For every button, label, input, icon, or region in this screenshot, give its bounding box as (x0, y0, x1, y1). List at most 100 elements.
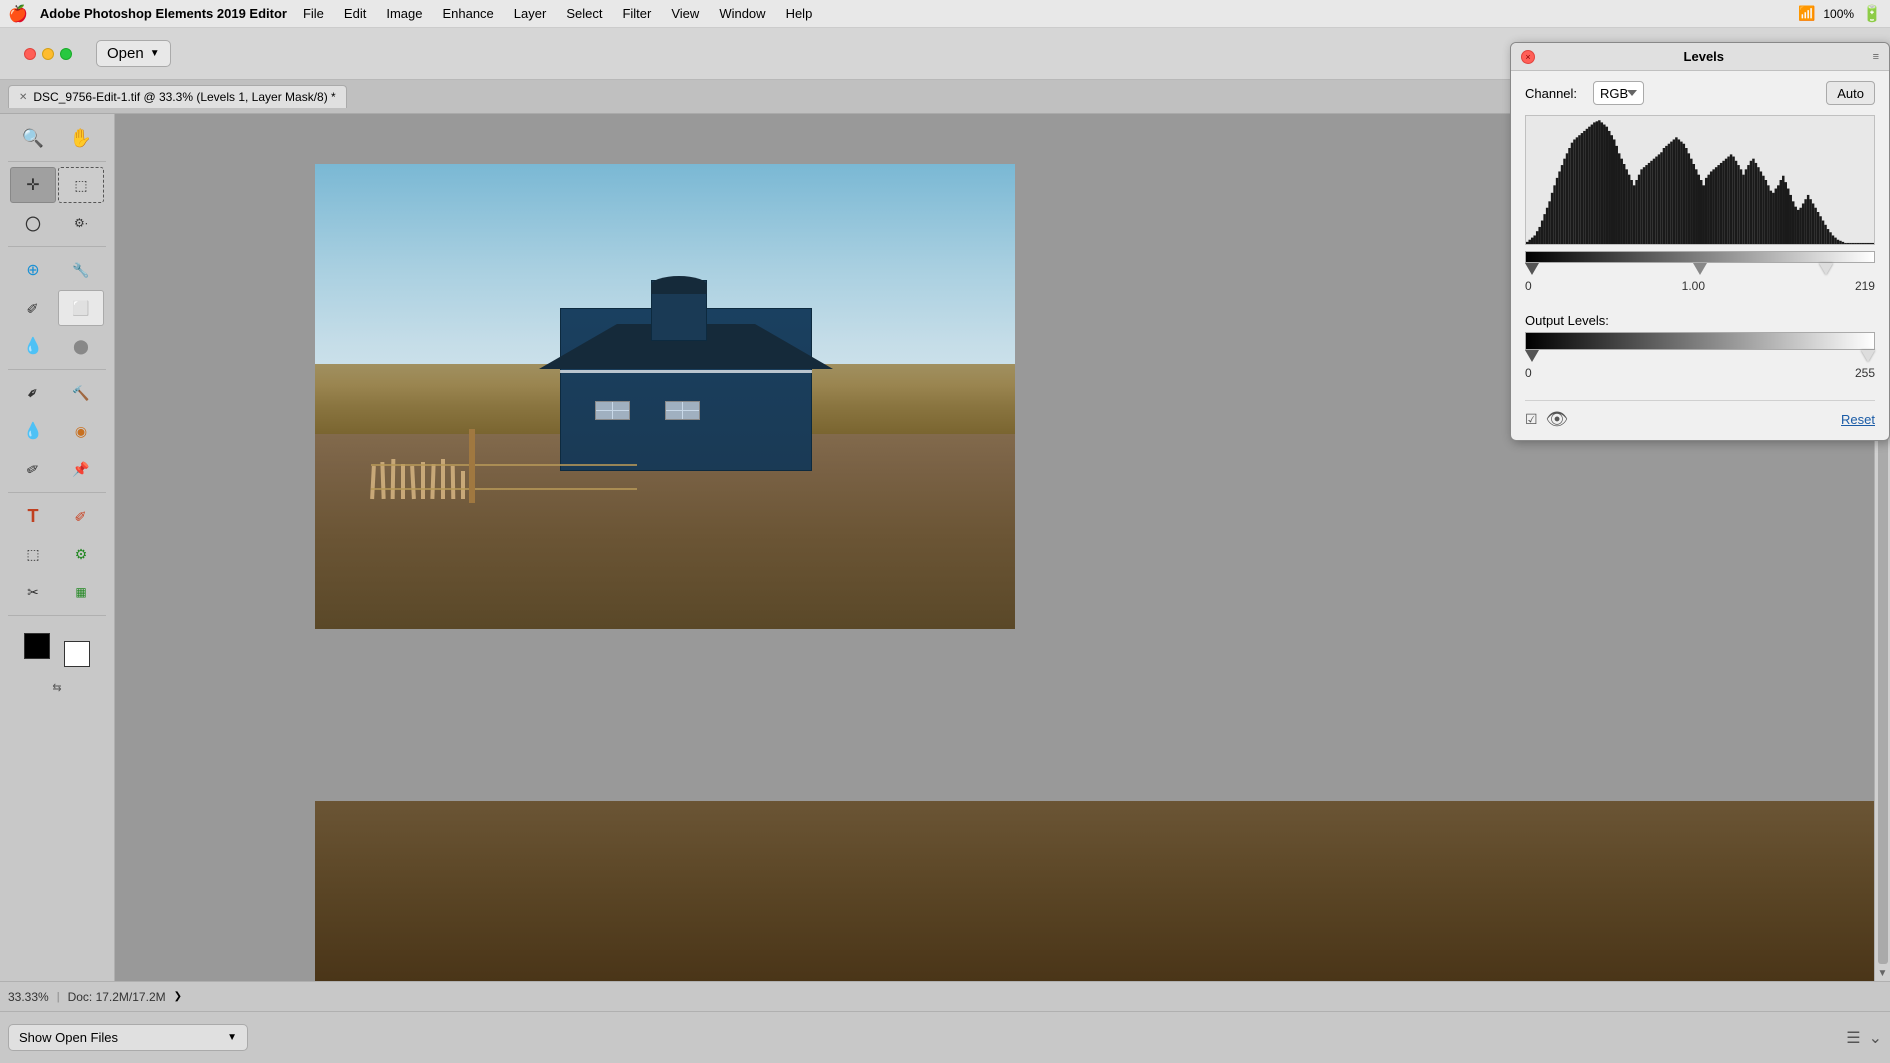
house-trim (560, 370, 812, 373)
panel-bottom-row: ☑ 👁 Reset (1525, 400, 1875, 430)
background-color-swatch[interactable] (64, 641, 90, 667)
clone-stamp-tool[interactable]: 🔨 (58, 375, 104, 411)
tool-row-6: 💧 ⬤ (4, 328, 110, 364)
minimize-button[interactable] (42, 48, 54, 60)
fence-rail-2 (371, 488, 637, 490)
histogram-section: ✒ ✒ ✒ (1525, 115, 1875, 245)
sponge-tool[interactable]: ◉ (58, 413, 104, 449)
mid-point-eyedropper[interactable]: ✒ (1884, 142, 1890, 179)
menu-filter[interactable]: Filter (614, 4, 659, 23)
zoom-level: 33.33% (8, 990, 49, 1004)
output-sliders-section: 0 255 (1525, 332, 1875, 380)
traffic-lights (16, 48, 80, 60)
open-dropdown-arrow: ▼ (150, 48, 160, 59)
menu-window[interactable]: Window (711, 4, 773, 23)
left-toolbar: 🔍 ✋ ✛ ⬚ 〇 ⚙∙ ⊕ 🔧 ✏ ⬜ 💧 ⬤ (0, 114, 115, 981)
open-button[interactable]: Open ▼ (96, 40, 171, 67)
color-area (4, 625, 110, 675)
color-picker-tool[interactable]: ✏ (4, 442, 62, 496)
menu-layer[interactable]: Layer (506, 4, 555, 23)
white-point-eyedropper[interactable]: ✒ (1884, 174, 1890, 211)
show-open-files-label: Show Open Files (19, 1030, 118, 1045)
white-input-slider[interactable] (1819, 263, 1833, 275)
mid-input-slider[interactable] (1693, 263, 1707, 275)
scroll-down-arrow[interactable]: ▼ (1878, 968, 1888, 979)
doc-size: Doc: 17.2M/17.2M (68, 990, 166, 1004)
healing-brush-tool[interactable]: 🔧 (58, 252, 104, 288)
menu-help[interactable]: Help (778, 4, 821, 23)
list-view-button[interactable]: ☰ (1846, 1028, 1860, 1048)
hand-tool[interactable]: ✋ (58, 120, 104, 156)
tool-row-12: ✂ ▦ (4, 574, 110, 610)
tab-close-icon[interactable]: ✕ (19, 92, 27, 103)
crop-tool[interactable]: ⬚ (10, 536, 56, 572)
pattern-tool[interactable]: ▦ (58, 574, 104, 610)
house-tower-dome (651, 276, 707, 295)
black-input-slider[interactable] (1525, 263, 1539, 275)
eraser-tool[interactable]: ⬜ (58, 290, 104, 326)
white-output-slider[interactable] (1861, 350, 1875, 362)
tool-row-9: ✏ 📌 (4, 451, 110, 487)
show-open-files-dropdown-arrow: ▼ (227, 1032, 237, 1043)
tool-row-10: T ✏ (4, 498, 110, 534)
levels-content: Channel: RGB Red Green Blue Auto (1511, 114, 1889, 440)
marquee-tool[interactable]: ⬚ (58, 167, 104, 203)
file-tab[interactable]: ✕ DSC_9756-Edit-1.tif @ 33.3% (Levels 1,… (8, 85, 347, 108)
preview-eye-icon[interactable]: 👁 (1546, 409, 1569, 430)
move-tool[interactable]: ✛ (10, 167, 56, 203)
input-gradient-track (1525, 251, 1875, 263)
black-output-value: 0 (1525, 366, 1532, 380)
content-aware-tool[interactable]: ✂ (10, 574, 56, 610)
lasso-tool[interactable]: 〇 (10, 205, 56, 241)
menu-select[interactable]: Select (558, 4, 610, 23)
tool-row-2: ✛ ⬚ (4, 167, 110, 203)
tool-divider-3 (8, 369, 106, 370)
bottom-panel: Show Open Files ▼ ☰ ⌄ (0, 1011, 1890, 1063)
battery-icon: 🔋 (1862, 4, 1882, 24)
tool-row-4: ⊕ 🔧 (4, 252, 110, 288)
tool-row-7: ✒ 🔨 (4, 375, 110, 411)
text-tool[interactable]: T (10, 498, 56, 534)
mid-input-value: 1.00 (1682, 279, 1705, 293)
zoom-tool[interactable]: 🔍 (10, 120, 56, 156)
tool-row-5: ✏ ⬜ (4, 290, 110, 326)
fence-post-main (469, 429, 475, 503)
close-button[interactable] (24, 48, 36, 60)
status-bar: 33.33% | Doc: 17.2M/17.2M ❯ (0, 981, 1890, 1011)
foreground-color-swatch[interactable] (24, 633, 50, 659)
menu-enhance[interactable]: Enhance (434, 4, 501, 23)
menu-file[interactable]: File (295, 4, 332, 23)
menu-view[interactable]: View (663, 4, 707, 23)
swap-colors-btn[interactable]: ⇆ (4, 681, 110, 694)
fence-area (371, 452, 637, 499)
status-separator: | (57, 991, 60, 1003)
maximize-button[interactable] (60, 48, 72, 60)
photo-image (315, 164, 1015, 629)
white-input-value: 219 (1855, 279, 1875, 293)
blur-tool[interactable]: ⬤ (58, 328, 104, 364)
menu-image[interactable]: Image (378, 4, 430, 23)
black-point-eyedropper[interactable]: ✒ (1884, 114, 1890, 146)
expand-button[interactable]: ⌄ (1869, 1028, 1882, 1048)
battery-indicator: 100% (1823, 7, 1854, 21)
reset-button[interactable]: Reset (1841, 412, 1875, 427)
magnetic-lasso-tool[interactable]: ⚙∙ (58, 205, 104, 241)
extended-canvas-bottom (315, 801, 1874, 981)
menu-edit[interactable]: Edit (336, 4, 374, 23)
preview-checkbox[interactable]: ☑ (1525, 411, 1538, 428)
tool-row-8: 💧 ◉ (4, 413, 110, 449)
app-name: Adobe Photoshop Elements 2019 Editor (40, 6, 287, 21)
apple-menu-icon[interactable]: 🍎 (8, 4, 28, 24)
show-open-files-button[interactable]: Show Open Files ▼ (8, 1024, 248, 1051)
swap-arrows-icon[interactable]: ⇆ (52, 681, 61, 694)
output-levels-label: Output Levels: (1525, 313, 1875, 328)
output-handles (1525, 350, 1875, 364)
main-content: 🔍 ✋ ✛ ⬚ 〇 ⚙∙ ⊕ 🔧 ✏ ⬜ 💧 ⬤ (0, 114, 1890, 981)
black-output-slider[interactable] (1525, 350, 1539, 362)
input-values: 0 1.00 219 (1525, 279, 1875, 293)
magic-wand-tool[interactable]: 📌 (58, 451, 104, 487)
house-window-2 (665, 401, 700, 420)
tool-row-1: 🔍 ✋ (4, 120, 110, 156)
status-expand-arrow[interactable]: ❯ (174, 991, 182, 1002)
photo-canvas (315, 164, 1015, 629)
